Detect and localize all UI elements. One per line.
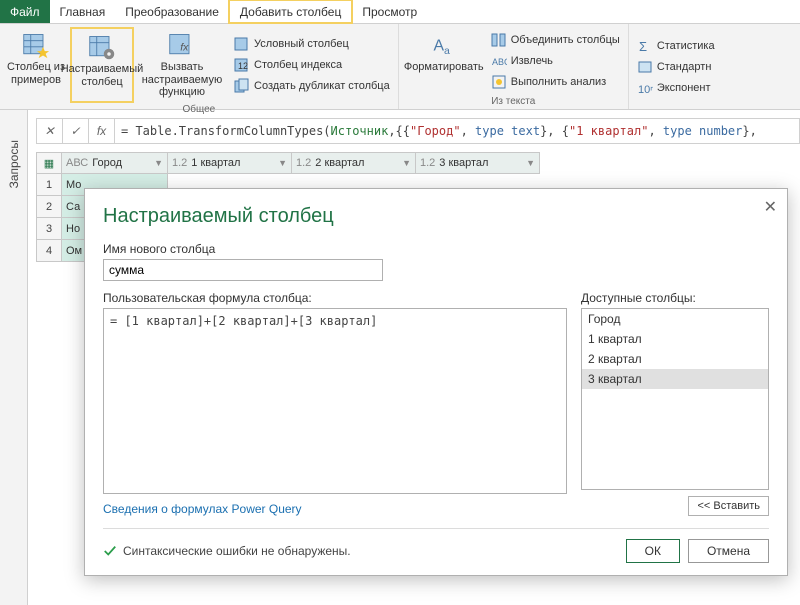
svg-text:A: A — [433, 37, 444, 54]
group-general-label: Общее — [182, 103, 215, 115]
row-number[interactable]: 4 — [36, 240, 62, 262]
svg-text:fx: fx — [180, 41, 189, 53]
standard-icon — [637, 59, 653, 75]
tab-view[interactable]: Просмотр — [352, 0, 427, 23]
conditional-column-button[interactable]: Условный столбец — [230, 34, 394, 54]
status-ok: Синтаксические ошибки не обнаружены. — [103, 544, 351, 558]
insert-button[interactable]: << Вставить — [688, 496, 769, 516]
extract-icon: ABC — [491, 53, 507, 69]
close-icon[interactable]: ✕ — [764, 197, 777, 217]
list-item[interactable]: 2 квартал — [582, 349, 768, 369]
sigma-icon: Σ — [637, 38, 653, 54]
analyze-icon — [491, 74, 507, 90]
formula-text[interactable]: = Table.TransformColumnTypes(Источник,{{… — [115, 124, 799, 138]
svg-text:10ⁿ: 10ⁿ — [638, 84, 653, 96]
tab-home[interactable]: Главная — [50, 0, 116, 23]
custom-column-button[interactable]: Настраиваемый столбец — [70, 27, 134, 103]
formula-accept-icon[interactable]: ✓ — [63, 119, 89, 143]
button-label: Форматировать — [404, 61, 484, 74]
index-column-button[interactable]: 12Столбец индекса — [230, 55, 394, 75]
chevron-down-icon[interactable]: ▼ — [402, 158, 411, 168]
formula-input[interactable]: = [1 квартал]+[2 квартал]+[3 квартал] — [103, 308, 567, 494]
exponent-button[interactable]: 10ⁿЭкспонент — [633, 78, 719, 98]
column-header-city[interactable]: AВСГород▼ — [62, 152, 168, 174]
chevron-down-icon[interactable]: ▼ — [154, 158, 163, 168]
table-star-icon — [22, 31, 50, 59]
queries-panel[interactable]: Запросы — [0, 110, 28, 605]
statistics-button[interactable]: ΣСтатистика — [633, 36, 719, 56]
grid-corner[interactable]: ▦ — [36, 152, 62, 174]
table-fx-icon: fx — [168, 31, 196, 59]
tab-file[interactable]: Файл — [0, 0, 50, 23]
button-label: Вызвать настраиваемую функцию — [138, 61, 226, 99]
ribbon: Столбец из примеров Настраиваемый столбе… — [0, 24, 800, 110]
svg-text:12: 12 — [238, 61, 248, 71]
column-header-q3[interactable]: 1.23 квартал▼ — [416, 152, 540, 174]
svg-text:a: a — [444, 45, 450, 57]
formula-bar: ✕ ✓ fx = Table.TransformColumnTypes(Исто… — [36, 118, 800, 144]
invoke-custom-function-button[interactable]: fx Вызвать настраиваемую функцию — [136, 27, 228, 103]
tab-transform[interactable]: Преобразование — [115, 0, 229, 23]
dialog-title: Настраиваемый столбец — [103, 205, 769, 228]
button-label: Настраиваемый столбец — [61, 63, 144, 88]
name-label: Имя нового столбца — [103, 242, 769, 256]
row-number[interactable]: 1 — [36, 174, 62, 196]
available-columns-label: Доступные столбцы: — [581, 291, 769, 305]
svg-text:Σ: Σ — [639, 39, 647, 54]
merge-icon — [491, 32, 507, 48]
queries-label: Запросы — [7, 140, 21, 188]
ok-button[interactable]: ОК — [626, 539, 680, 563]
column-name-input[interactable] — [103, 259, 383, 281]
conditional-icon — [234, 36, 250, 52]
column-header-q2[interactable]: 1.22 квартал▼ — [292, 152, 416, 174]
tab-add-column[interactable]: Добавить столбец — [229, 0, 352, 23]
list-item[interactable]: 3 квартал — [582, 369, 768, 389]
fx-icon[interactable]: fx — [89, 119, 115, 143]
format-button[interactable]: Aa Форматировать — [403, 27, 485, 95]
check-icon — [103, 544, 117, 558]
cancel-button[interactable]: Отмена — [688, 539, 769, 563]
index-icon: 12 — [234, 57, 250, 73]
list-item[interactable]: 1 квартал — [582, 329, 768, 349]
merge-columns-button[interactable]: Объединить столбцы — [487, 30, 624, 50]
column-from-examples-button[interactable]: Столбец из примеров — [4, 27, 68, 103]
formula-cancel-icon[interactable]: ✕ — [37, 119, 63, 143]
available-columns-list: Город 1 квартал 2 квартал 3 квартал — [581, 308, 769, 490]
svg-text:ABC: ABC — [492, 57, 507, 67]
row-number[interactable]: 3 — [36, 218, 62, 240]
formula-label: Пользовательская формула столбца: — [103, 291, 567, 305]
table-gear-icon — [88, 33, 116, 61]
row-number[interactable]: 2 — [36, 196, 62, 218]
format-icon: Aa — [430, 31, 458, 59]
list-item[interactable]: Город — [582, 309, 768, 329]
duplicate-icon — [234, 78, 250, 94]
exponent-icon: 10ⁿ — [637, 80, 653, 96]
button-label: Столбец из примеров — [6, 61, 66, 86]
group-fromtext-label: Из текста — [491, 95, 535, 107]
column-header-q1[interactable]: 1.21 квартал▼ — [168, 152, 292, 174]
standard-button[interactable]: Стандартн — [633, 57, 719, 77]
chevron-down-icon[interactable]: ▼ — [526, 158, 535, 168]
custom-column-dialog: ✕ Настраиваемый столбец Имя нового столб… — [84, 188, 788, 576]
duplicate-column-button[interactable]: Создать дубликат столбца — [230, 76, 394, 96]
extract-button[interactable]: ABCИзвлечь — [487, 51, 624, 71]
analyze-button[interactable]: Выполнить анализ — [487, 72, 624, 92]
chevron-down-icon[interactable]: ▼ — [278, 158, 287, 168]
learn-more-link[interactable]: Сведения о формулах Power Query — [103, 502, 567, 516]
